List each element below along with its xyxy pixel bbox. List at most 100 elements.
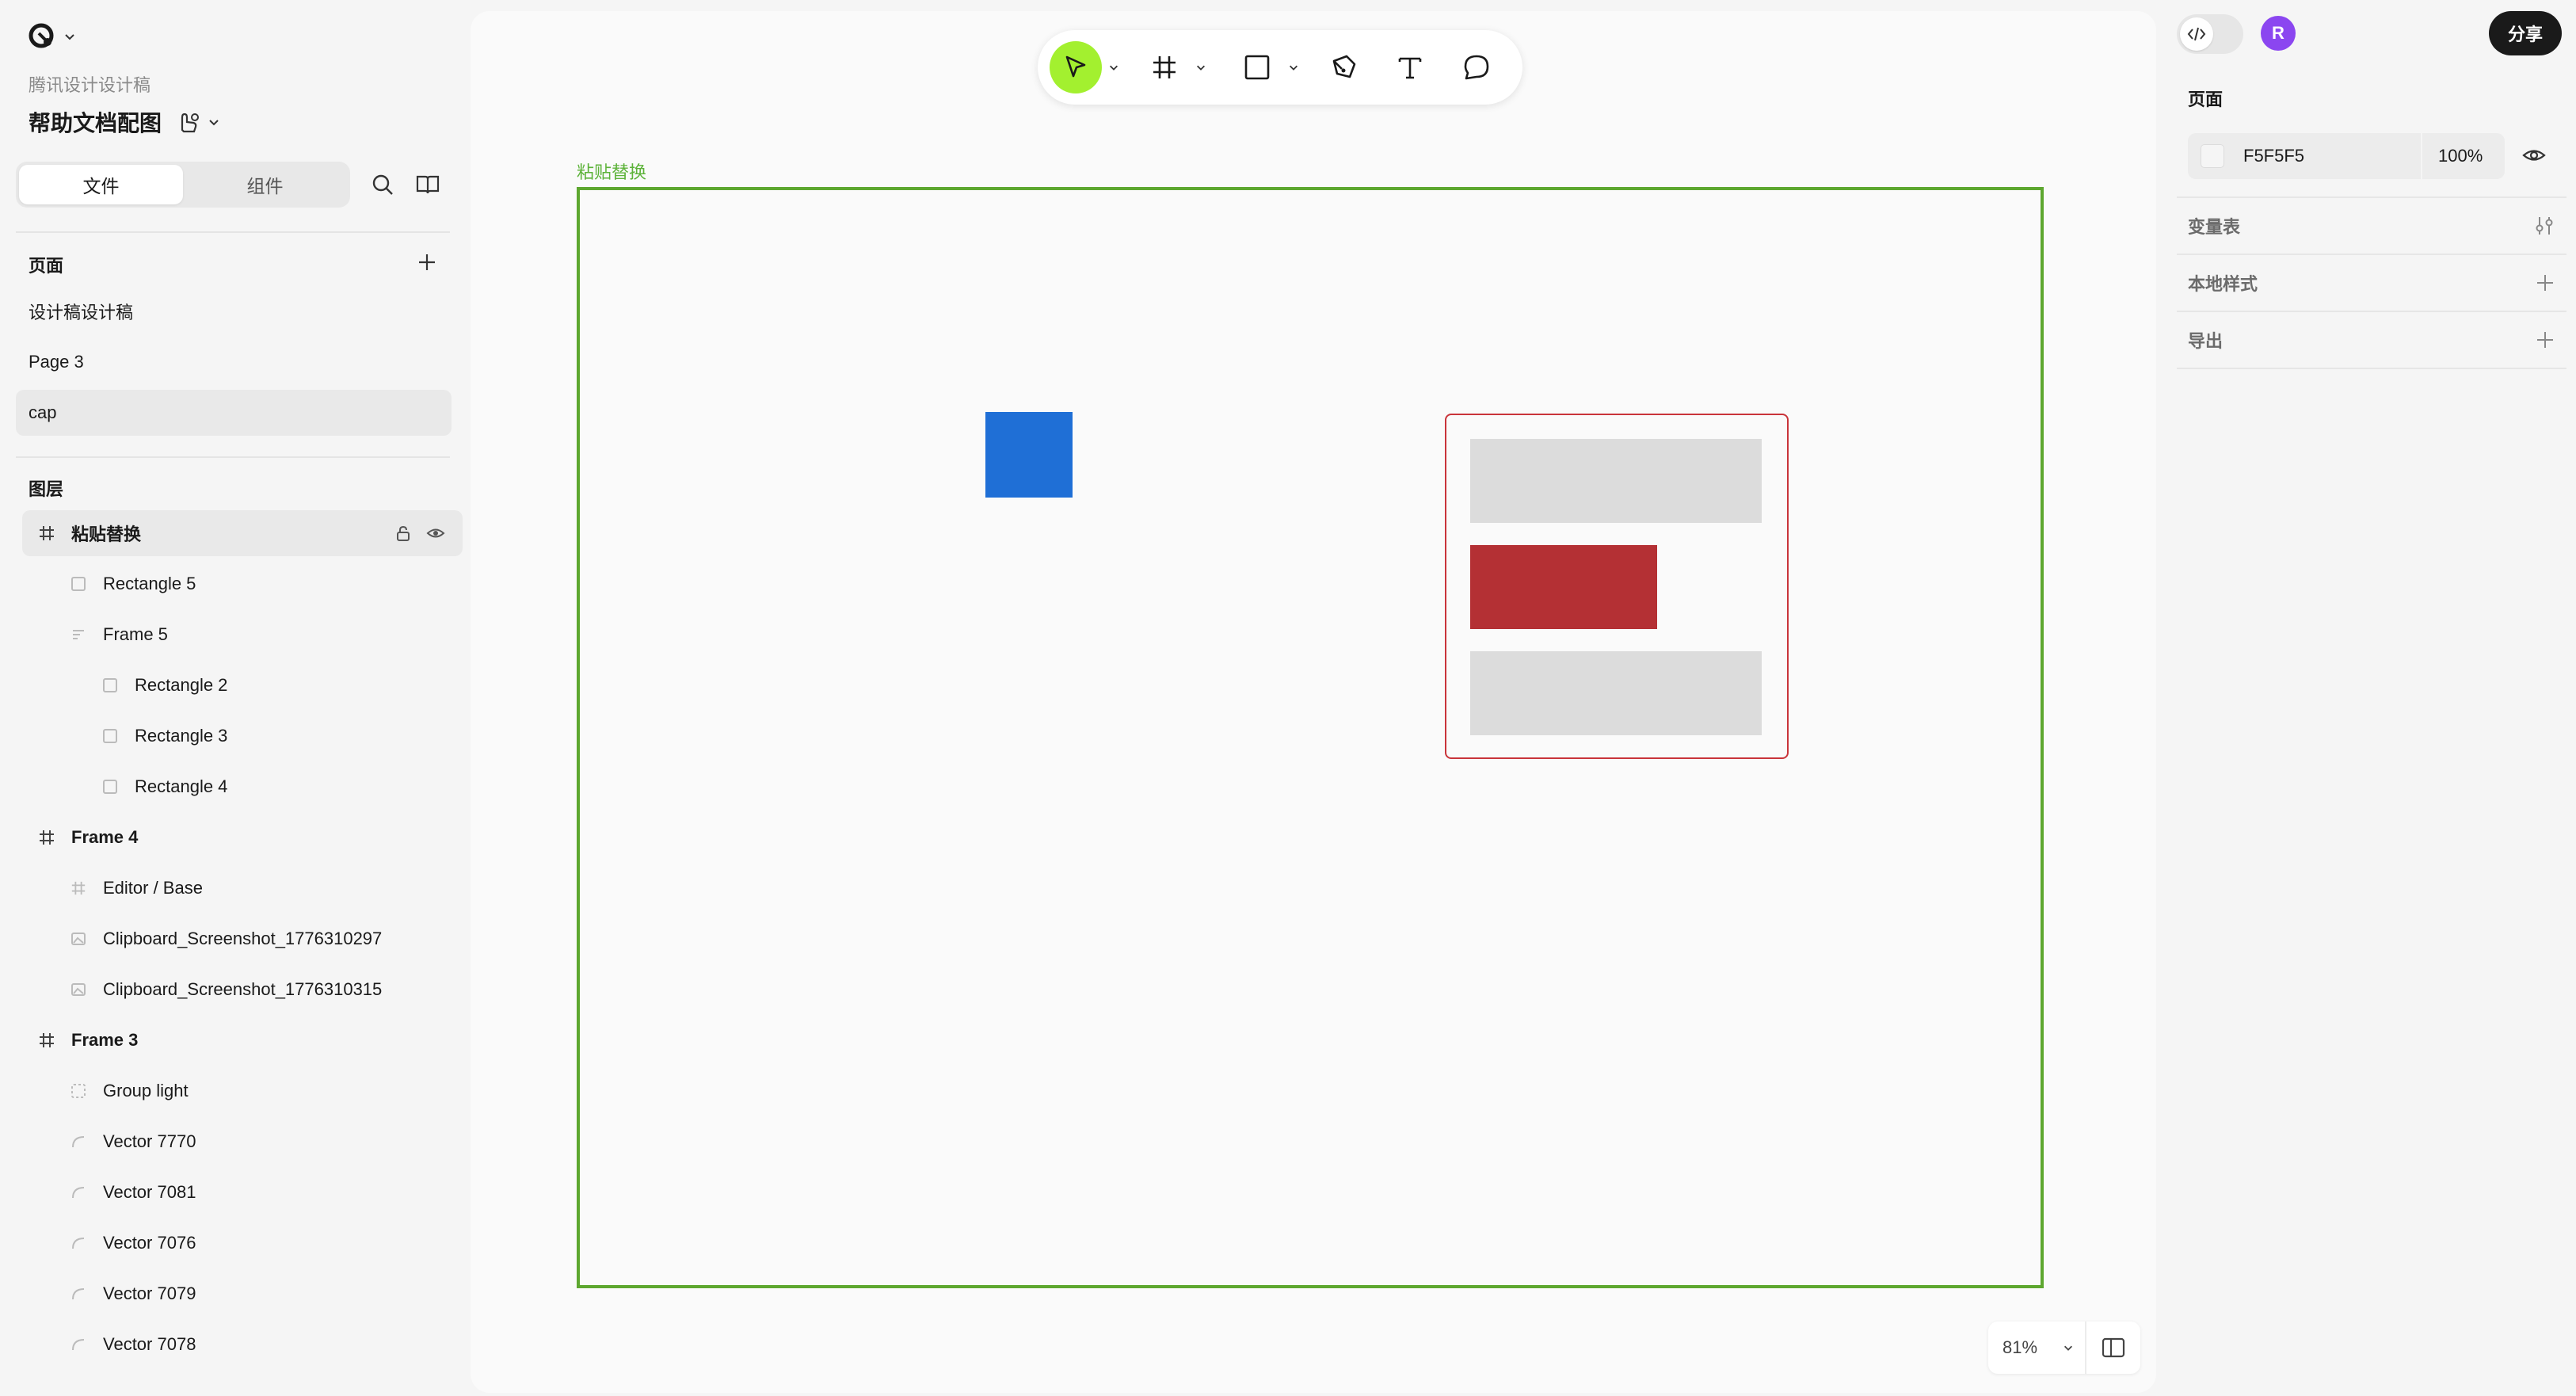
user-avatar[interactable]: R xyxy=(2261,16,2296,51)
layer-row[interactable]: Frame 3 xyxy=(22,1017,463,1063)
vector-icon xyxy=(68,1283,89,1304)
dev-mode-toggle[interactable] xyxy=(2177,14,2243,54)
layer-label: Vector 7078 xyxy=(103,1334,196,1354)
tab-files[interactable]: 文件 xyxy=(19,165,183,204)
page-item-selected[interactable]: cap xyxy=(16,390,452,436)
pen-tool-icon xyxy=(1332,55,1356,78)
variables-label: 变量表 xyxy=(2188,217,2241,237)
gray-rectangle[interactable] xyxy=(1470,439,1762,523)
page-item[interactable]: Page 3 xyxy=(16,339,452,385)
layer-row[interactable]: Frame 4 xyxy=(22,814,463,860)
layer-row[interactable]: Clipboard_Screenshot_1776310297 xyxy=(22,916,463,962)
layer-row[interactable]: Rectangle 3 xyxy=(22,713,463,759)
search-icon[interactable] xyxy=(371,173,394,196)
document-status-menu[interactable] xyxy=(176,109,220,135)
local-styles-label: 本地样式 xyxy=(2188,274,2258,294)
layer-row[interactable]: Vector 7079 xyxy=(22,1271,463,1317)
frame-tool-icon[interactable] xyxy=(1151,54,1178,81)
vector-icon xyxy=(68,1182,89,1203)
eye-icon[interactable] xyxy=(426,525,445,541)
text-tool-button[interactable] xyxy=(1377,40,1443,95)
adjust-sliders-icon[interactable] xyxy=(2533,215,2555,237)
page-fill-field[interactable]: F5F5F5 100% xyxy=(2188,133,2505,179)
sidebar-panel-icon xyxy=(2102,1337,2125,1358)
layer-label: Rectangle 3 xyxy=(135,726,228,746)
layer-label: Frame 3 xyxy=(71,1030,139,1050)
layer-row[interactable]: Frame 5 xyxy=(22,612,463,658)
library-book-icon[interactable] xyxy=(415,173,440,196)
layer-row[interactable]: Editor / Base xyxy=(22,865,463,911)
tab-components[interactable]: 组件 xyxy=(183,165,347,204)
layer-label: Rectangle 5 xyxy=(103,574,196,593)
page-item[interactable]: 设计稿设计稿 xyxy=(16,288,452,334)
layer-row[interactable]: Vector 7076 xyxy=(22,1220,463,1266)
layer-row[interactable]: Rectangle 5 xyxy=(22,561,463,607)
chevron-down-icon xyxy=(209,120,219,126)
vector-icon xyxy=(68,1233,89,1253)
chevron-down-icon[interactable] xyxy=(1288,62,1299,73)
layer-row[interactable]: Group light xyxy=(22,1068,463,1114)
frame-tool-group[interactable] xyxy=(1122,40,1217,95)
vector-icon xyxy=(68,1131,89,1152)
chevron-down-icon xyxy=(2064,1345,2072,1351)
layer-label: Rectangle 2 xyxy=(135,675,228,695)
auto-layout-icon xyxy=(68,624,89,645)
pages-section-title: 页面 xyxy=(29,256,64,276)
app-logo-menu[interactable] xyxy=(27,21,76,52)
eye-icon[interactable] xyxy=(2522,146,2546,165)
design-canvas[interactable]: 粘贴替换 81% xyxy=(471,11,2156,1393)
chevron-down-icon[interactable] xyxy=(1195,62,1206,73)
layer-row[interactable]: Rectangle 4 xyxy=(22,764,463,810)
layer-row[interactable]: Vector 7081 xyxy=(22,1169,463,1215)
document-title: 帮助文档配图 xyxy=(29,111,162,135)
variables-row[interactable]: 变量表 xyxy=(2177,196,2566,254)
move-tool-group[interactable] xyxy=(1047,40,1122,95)
gray-rectangle[interactable] xyxy=(1470,651,1762,735)
layer-label: Vector 7770 xyxy=(103,1131,196,1151)
layer-row[interactable]: Vector 7770 xyxy=(22,1119,463,1165)
vector-icon xyxy=(68,1334,89,1355)
layer-label: Editor / Base xyxy=(103,878,203,898)
layer-row[interactable]: Clipboard_Screenshot_1776310315 xyxy=(22,967,463,1013)
layer-label: Clipboard_Screenshot_1776310297 xyxy=(103,929,383,948)
fill-hex-value[interactable]: F5F5F5 xyxy=(2243,146,2421,166)
fill-opacity-value[interactable]: 100% xyxy=(2421,133,2483,179)
local-styles-row[interactable]: 本地样式 xyxy=(2177,254,2566,311)
add-page-icon[interactable] xyxy=(417,252,437,273)
group-icon xyxy=(68,1081,89,1101)
add-icon[interactable] xyxy=(2535,273,2555,293)
document-title-row[interactable]: 帮助文档配图 xyxy=(29,106,220,138)
frame-icon xyxy=(36,1030,57,1051)
main-toolbar xyxy=(1038,30,1522,105)
card-frame[interactable] xyxy=(1445,414,1789,759)
layer-label: Vector 7081 xyxy=(103,1182,196,1202)
comment-tool-button[interactable] xyxy=(1443,40,1510,95)
chevron-down-icon[interactable] xyxy=(1108,62,1119,73)
layer-row[interactable]: Vector 7078 xyxy=(22,1322,463,1367)
rectangle-tool-icon[interactable] xyxy=(1244,54,1271,81)
design-frame[interactable] xyxy=(577,187,2044,1288)
layer-label: Rectangle 4 xyxy=(135,776,228,796)
blue-rectangle[interactable] xyxy=(985,412,1073,498)
frame-name-label[interactable]: 粘贴替换 xyxy=(577,158,646,184)
team-name: 腾讯设计设计稿 xyxy=(29,75,151,95)
layer-row-selected[interactable]: 粘贴替换 xyxy=(22,510,463,556)
red-rectangle[interactable] xyxy=(1470,545,1657,629)
toggle-panel-button[interactable] xyxy=(2086,1337,2140,1358)
rectangle-icon xyxy=(100,675,120,696)
move-tool-button[interactable] xyxy=(1050,41,1102,93)
zoom-dropdown[interactable]: 81% xyxy=(1988,1322,2086,1374)
properties-panel: R 分享 页面 F5F5F5 100% 变量表 本地样式 导出 xyxy=(2156,0,2576,1396)
lock-icon[interactable] xyxy=(394,524,412,542)
share-button[interactable]: 分享 xyxy=(2489,11,2562,55)
pointer-arrow-icon xyxy=(1065,55,1086,78)
pen-tool-button[interactable] xyxy=(1310,40,1377,95)
app-logo-icon xyxy=(29,23,54,48)
layers-section-title: 图层 xyxy=(29,479,64,499)
shape-tool-group[interactable] xyxy=(1217,40,1310,95)
layer-row[interactable]: Rectangle 2 xyxy=(22,662,463,708)
code-icon xyxy=(2187,27,2206,41)
export-row[interactable]: 导出 xyxy=(2177,311,2566,368)
color-swatch[interactable] xyxy=(2201,144,2224,168)
add-icon[interactable] xyxy=(2535,330,2555,350)
